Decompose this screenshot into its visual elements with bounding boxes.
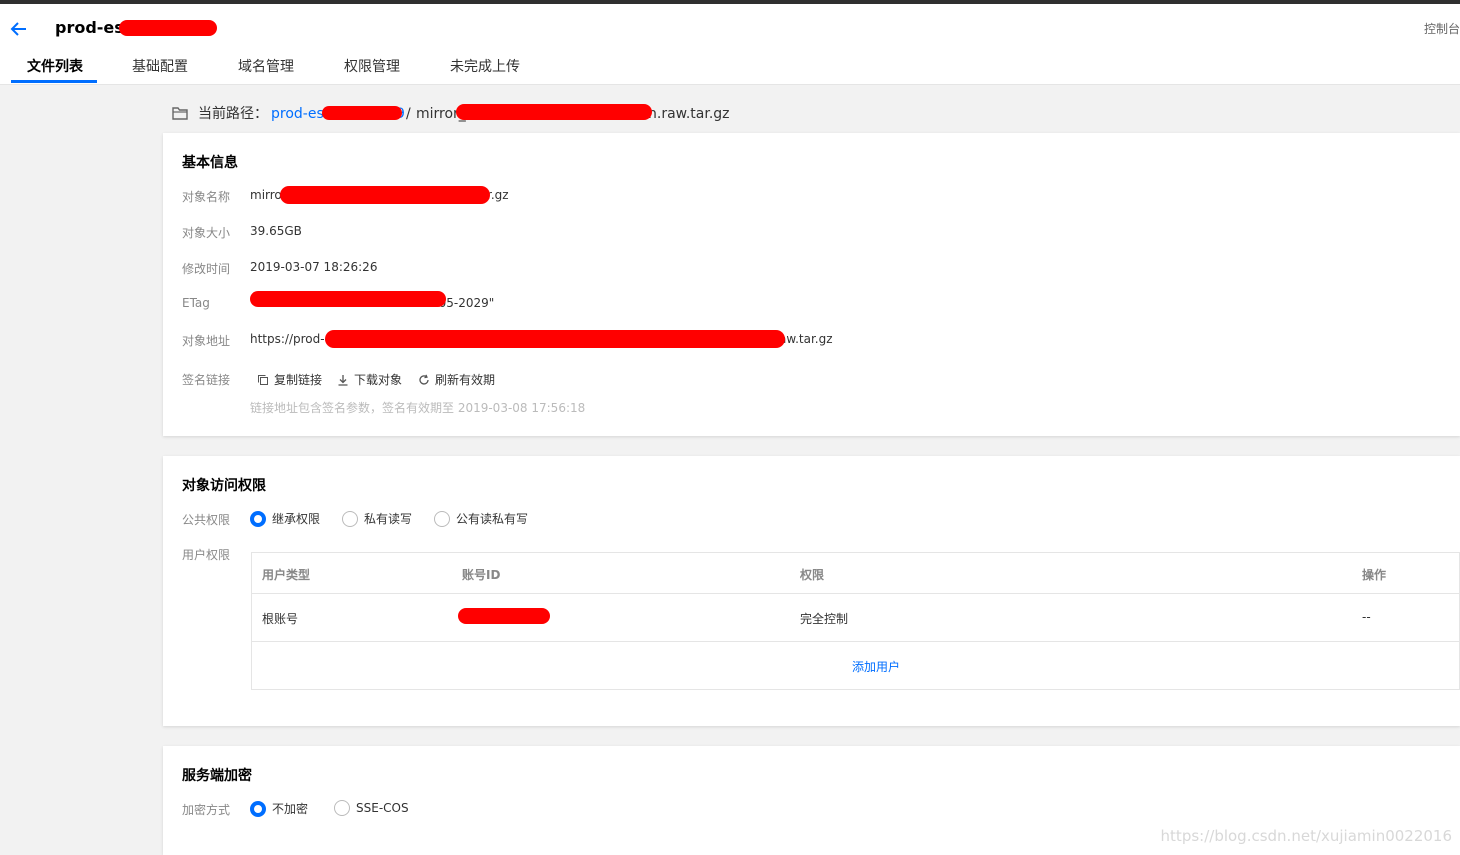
refresh-validity-label: 刷新有效期 (435, 373, 496, 387)
encryption-method-label: 加密方式 (182, 803, 231, 817)
tab-basic-config[interactable]: 基础配置 (132, 56, 188, 84)
redaction-mark (280, 186, 490, 204)
cell-user-type: 根账号 (262, 612, 299, 626)
active-tab-indicator (11, 80, 97, 83)
radio-sse-cos[interactable]: SSE-COS (334, 800, 409, 816)
copy-icon (258, 374, 268, 385)
radio-public-read-private-write[interactable]: 公有读私有写 (434, 510, 528, 527)
download-object-label: 下载对象 (354, 373, 403, 387)
tab-incomplete-uploads[interactable]: 未完成上传 (450, 56, 520, 84)
radio-checked-icon (250, 510, 266, 527)
breadcrumb-bucket-link[interactable]: prod-es- (271, 104, 329, 124)
radio-no-encryption[interactable]: 不加密 (250, 800, 308, 817)
radio-inherit-permission[interactable]: 继承权限 (250, 510, 320, 527)
radio-unchecked-icon (342, 510, 358, 527)
access-permission-title: 对象访问权限 (182, 478, 266, 494)
access-permission-card: 对象访问权限 公共权限 继承权限 私有读写 公有读私有写 用户权限 用户类型 账… (163, 456, 1460, 726)
etag-label: ETag (182, 296, 210, 310)
cell-operation: -- (1362, 610, 1371, 624)
object-size-label: 对象大小 (182, 226, 231, 240)
radio-private-label: 私有读写 (364, 512, 413, 526)
path-label: 当前路径： (198, 106, 268, 122)
radio-no-encryption-label: 不加密 (272, 802, 309, 816)
signed-link-label: 签名链接 (182, 373, 231, 387)
download-object-button[interactable]: 下载对象 (337, 371, 402, 388)
copy-link-label: 复制链接 (274, 373, 323, 387)
page-header: prod-es- 控制台 文件列表 基础配置 域名管理 权限管理 未完成上传 (0, 4, 1460, 85)
modified-time-label: 修改时间 (182, 262, 231, 276)
radio-inherit-label: 继承权限 (272, 512, 321, 526)
breadcrumb-separator: / (406, 106, 411, 122)
add-user-link[interactable]: 添加用户 (852, 658, 900, 675)
object-name-label: 对象名称 (182, 190, 231, 204)
public-permission-label: 公共权限 (182, 513, 231, 527)
copy-link-button[interactable]: 复制链接 (257, 371, 322, 388)
radio-unchecked-icon (434, 510, 450, 527)
redaction-mark (119, 20, 217, 36)
column-permission: 权限 (800, 568, 825, 582)
table-header: 用户类型 账号ID 权限 操作 (252, 553, 1459, 594)
modified-time-value: 2019-03-07 18:26:26 (250, 260, 378, 274)
tab-domain-management[interactable]: 域名管理 (238, 56, 294, 84)
redaction-mark (458, 608, 550, 624)
console-link[interactable]: 控制台 (1424, 20, 1460, 37)
basic-info-title: 基本信息 (182, 155, 238, 171)
breadcrumb-file-suffix: n.raw.tar.gz (648, 106, 730, 122)
user-permission-label: 用户权限 (182, 548, 231, 562)
object-url-label: 对象地址 (182, 334, 231, 348)
user-permission-table: 用户类型 账号ID 权限 操作 根账号 完全控制 -- 添加用户 (251, 552, 1460, 690)
column-account-id: 账号ID (462, 568, 501, 582)
download-icon (338, 374, 348, 386)
cell-permission: 完全控制 (800, 612, 849, 626)
refresh-validity-button[interactable]: 刷新有效期 (418, 371, 495, 388)
object-size-value: 39.65GB (250, 224, 302, 238)
object-name-value-suffix: r.gz (487, 188, 509, 202)
watermark: https://blog.csdn.net/xujiamin0022016 (1160, 827, 1452, 845)
redaction-mark (325, 330, 785, 348)
basic-info-card: 基本信息 对象名称 mirror_ r.gz 对象大小 39.65GB 修改时间… (163, 133, 1460, 436)
tab-permission-management[interactable]: 权限管理 (344, 56, 400, 84)
column-operation: 操作 (1362, 568, 1387, 582)
redaction-mark (250, 291, 446, 307)
radio-unchecked-icon (334, 800, 350, 816)
radio-checked-icon (250, 800, 266, 817)
redaction-mark (456, 104, 652, 120)
radio-sse-cos-label: SSE-COS (356, 801, 409, 815)
column-user-type: 用户类型 (262, 568, 311, 582)
encryption-title: 服务端加密 (182, 768, 252, 784)
redaction-mark (322, 106, 402, 120)
table-row: 根账号 完全控制 -- (252, 594, 1459, 642)
radio-private-read-write[interactable]: 私有读写 (342, 510, 412, 527)
signature-hint: 链接地址包含签名参数，签名有效期至 2019-03-08 17:56:18 (250, 401, 586, 415)
radio-public-read-label: 公有读私有写 (456, 512, 529, 526)
folder-icon (172, 107, 188, 120)
refresh-icon (419, 374, 429, 385)
object-url-value-suffix: aw.tar.gz (779, 332, 833, 346)
back-arrow-icon[interactable] (8, 18, 30, 40)
